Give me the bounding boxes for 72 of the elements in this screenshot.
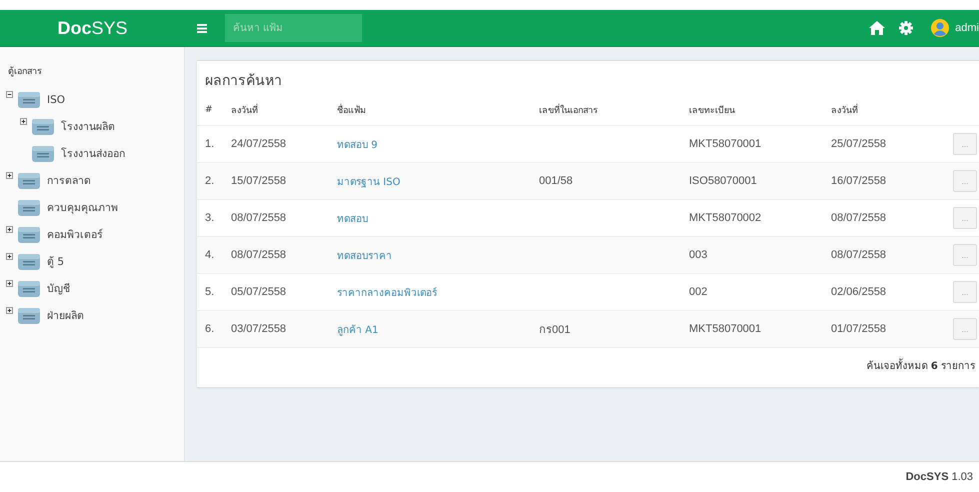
more-button[interactable]: ... bbox=[953, 281, 977, 303]
sidebar-title: ตู้เอกสาร bbox=[8, 66, 42, 78]
table-cell: 001/58 bbox=[539, 175, 573, 187]
folder-link[interactable]: ราคากลางคอมพิวเตอร์ bbox=[337, 288, 437, 298]
table-cell: MKT58070002 bbox=[689, 212, 762, 224]
folder-link[interactable]: ทดสอบ 9 bbox=[337, 140, 378, 150]
brand-logo[interactable]: DocSYS bbox=[57, 18, 128, 38]
tree-item[interactable]: ควบคุมคุณภาพ bbox=[47, 199, 118, 216]
table-cell: 08/07/2558 bbox=[231, 249, 286, 261]
more-button[interactable]: ... bbox=[953, 244, 977, 266]
cabinet-icon bbox=[31, 144, 55, 162]
column-header: เลขทะเบียน bbox=[683, 97, 825, 126]
table-cell: 4. bbox=[205, 249, 214, 261]
tree-item[interactable]: คอมพิวเตอร์ bbox=[47, 226, 103, 243]
table-cell: 02/06/2558 bbox=[831, 286, 886, 298]
table-cell: 3. bbox=[205, 212, 214, 224]
tree-item[interactable]: บัญชี bbox=[47, 280, 70, 297]
home-icon[interactable] bbox=[869, 21, 886, 35]
panel-title: ผลการค้นหา bbox=[204, 72, 283, 91]
tree-item[interactable]: การตลาด bbox=[47, 172, 91, 189]
cabinet-icon bbox=[17, 280, 41, 298]
cabinet-icon bbox=[17, 306, 41, 324]
table-cell: MKT58070001 bbox=[689, 323, 762, 335]
folder-link[interactable]: ลูกค้า A1 bbox=[337, 324, 378, 336]
column-header: # bbox=[197, 97, 225, 126]
table-cell: 6. bbox=[205, 323, 214, 335]
more-button[interactable]: ... bbox=[953, 133, 977, 155]
cabinet-icon bbox=[17, 198, 41, 216]
search-field[interactable]: ค้นหา แฟ้ม bbox=[225, 14, 362, 42]
table-cell: 16/07/2558 bbox=[831, 175, 886, 187]
cabinet-icon bbox=[17, 172, 41, 190]
table-cell: 15/07/2558 bbox=[231, 175, 286, 187]
table-cell: 08/07/2558 bbox=[231, 212, 286, 224]
table-cell: ISO58070001 bbox=[689, 175, 757, 187]
table-cell: 08/07/2558 bbox=[831, 212, 886, 224]
table-cell: 003 bbox=[689, 249, 708, 261]
table-cell: 1. bbox=[205, 138, 214, 150]
column-header: ลงวันที่ bbox=[825, 97, 937, 126]
tree-item[interactable]: โรงงานผลิต bbox=[61, 118, 115, 135]
column-header: ชื่อแฟ้ม bbox=[331, 97, 533, 126]
table-cell: 25/07/2558 bbox=[831, 138, 886, 150]
version-label: DocSYS 1.03 bbox=[906, 471, 973, 483]
table-cell: 002 bbox=[689, 286, 708, 298]
column-header: เลขที่ในเอกสาร bbox=[533, 97, 683, 126]
more-button[interactable]: ... bbox=[953, 207, 977, 229]
table-cell: 01/07/2558 bbox=[831, 323, 886, 335]
cabinet-icon bbox=[17, 252, 41, 270]
folder-link[interactable]: ทดสอบราคา bbox=[337, 250, 392, 262]
folder-link[interactable]: ทดสอบ bbox=[337, 214, 368, 224]
tree-item[interactable]: ฝ่ายผลิต bbox=[47, 307, 84, 324]
table-cell: 5. bbox=[205, 286, 214, 298]
cabinet-icon bbox=[17, 226, 41, 244]
more-button[interactable]: ... bbox=[953, 170, 977, 192]
settings-icon[interactable] bbox=[899, 21, 914, 35]
folder-link[interactable]: มาตรฐาน ISO bbox=[337, 176, 400, 188]
result-count: ค้นเจอทั้งหมด 6 รายการ bbox=[866, 358, 975, 373]
user-name[interactable]: admi bbox=[955, 22, 979, 34]
cabinet-icon bbox=[17, 90, 41, 108]
table-cell: 2. bbox=[205, 175, 214, 187]
table-cell: 03/07/2558 bbox=[231, 323, 286, 335]
table-cell: 05/07/2558 bbox=[231, 286, 286, 298]
table-cell: MKT58070001 bbox=[689, 138, 762, 150]
table-cell: กร001 bbox=[539, 324, 570, 336]
column-header: ลงวันที่ bbox=[225, 97, 331, 126]
cabinet-icon bbox=[31, 118, 55, 136]
more-button[interactable]: ... bbox=[953, 318, 977, 340]
tree-item[interactable]: ISO bbox=[47, 94, 66, 106]
tree-item[interactable]: โรงงานส่งออก bbox=[61, 145, 125, 162]
menu-icon[interactable] bbox=[197, 24, 207, 32]
table-cell: 08/07/2558 bbox=[831, 249, 886, 261]
tree-item[interactable]: ตู้ 5 bbox=[47, 253, 64, 270]
table-cell: 24/07/2558 bbox=[231, 138, 286, 150]
